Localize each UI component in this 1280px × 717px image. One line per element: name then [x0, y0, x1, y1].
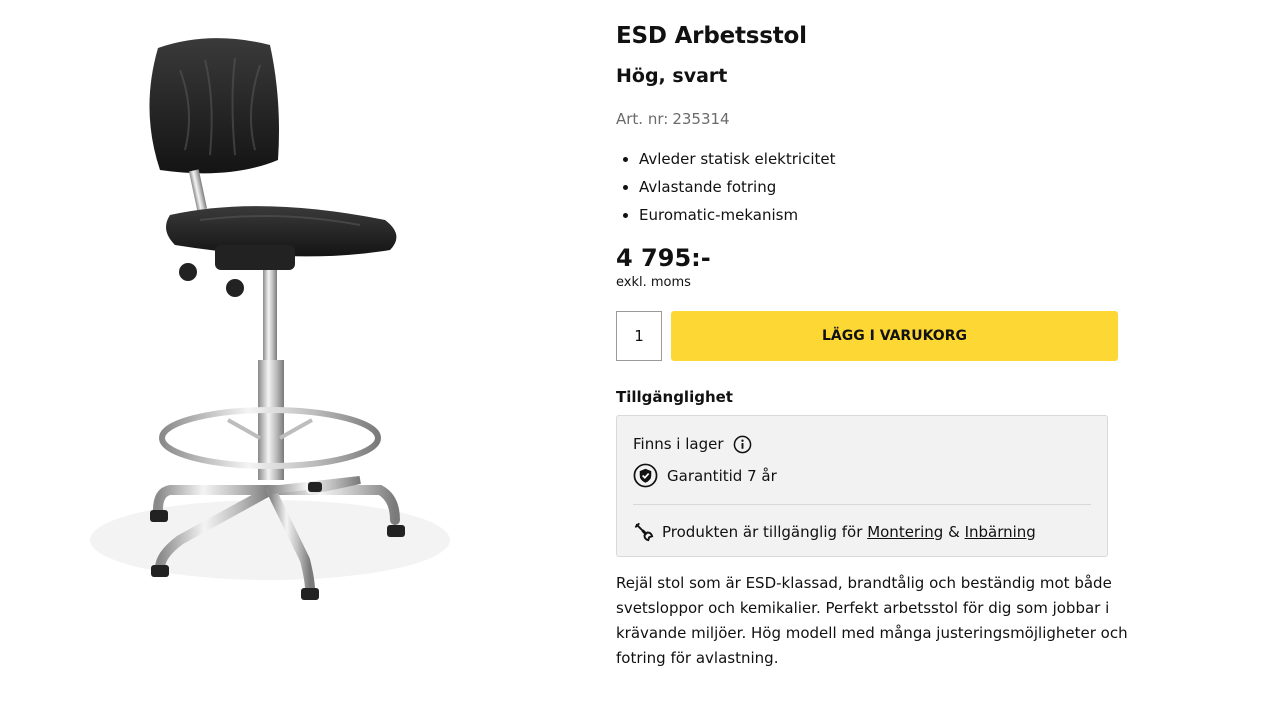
- buy-row: LÄGG I VARUKORG: [616, 311, 1146, 361]
- wrench-icon: [633, 521, 654, 542]
- feature-item: Avleder statisk elektricitet: [639, 145, 1146, 173]
- product-subtitle: Hög, svart: [616, 65, 728, 87]
- warranty-status: Garantitid 7 år: [633, 463, 1091, 488]
- availability-title: Tillgänglighet: [616, 388, 733, 406]
- stock-status: Finns i lager: [633, 434, 1091, 454]
- product-description: Rejäl stol som är ESD-klassad, brandtåli…: [616, 574, 1128, 667]
- add-to-cart-button[interactable]: LÄGG I VARUKORG: [671, 311, 1118, 361]
- article-number-label: Art. nr:: [616, 110, 669, 128]
- info-icon[interactable]: [733, 435, 752, 454]
- quantity-input[interactable]: [616, 311, 662, 361]
- stock-text: Finns i lager: [633, 435, 724, 453]
- divider: [633, 504, 1091, 505]
- carry-in-link[interactable]: Inbärning: [965, 522, 1036, 542]
- feature-item: Euromatic-mekanism: [639, 201, 1146, 229]
- service-prefix: Produkten är tillgänglig för: [662, 522, 863, 541]
- office-chair-image: [90, 38, 450, 600]
- feature-item: Avlastande fotring: [639, 173, 1146, 201]
- product-title: ESD Arbetsstol: [616, 23, 807, 49]
- product-info: ESD Arbetsstol Hög, svart Art. nr: 235314…: [616, 18, 1146, 671]
- shield-check-icon: [633, 463, 658, 488]
- service-and: &: [948, 522, 960, 541]
- service-availability: Produkten är tillgänglig för Montering &…: [633, 521, 1091, 542]
- article-number: Art. nr: 235314: [616, 109, 1146, 129]
- article-number-value: 235314: [672, 110, 730, 128]
- assembly-link[interactable]: Montering: [867, 522, 943, 542]
- warranty-text: Garantitid 7 år: [667, 466, 777, 485]
- availability-box: Finns i lager Garantitid 7 år Produkten …: [616, 415, 1108, 557]
- vat-note: exkl. moms: [616, 275, 691, 290]
- feature-list: Avleder statisk elektricitet Avlastande …: [616, 145, 1146, 229]
- product-price: 4 795:-: [616, 244, 711, 272]
- product-image[interactable]: [60, 20, 480, 620]
